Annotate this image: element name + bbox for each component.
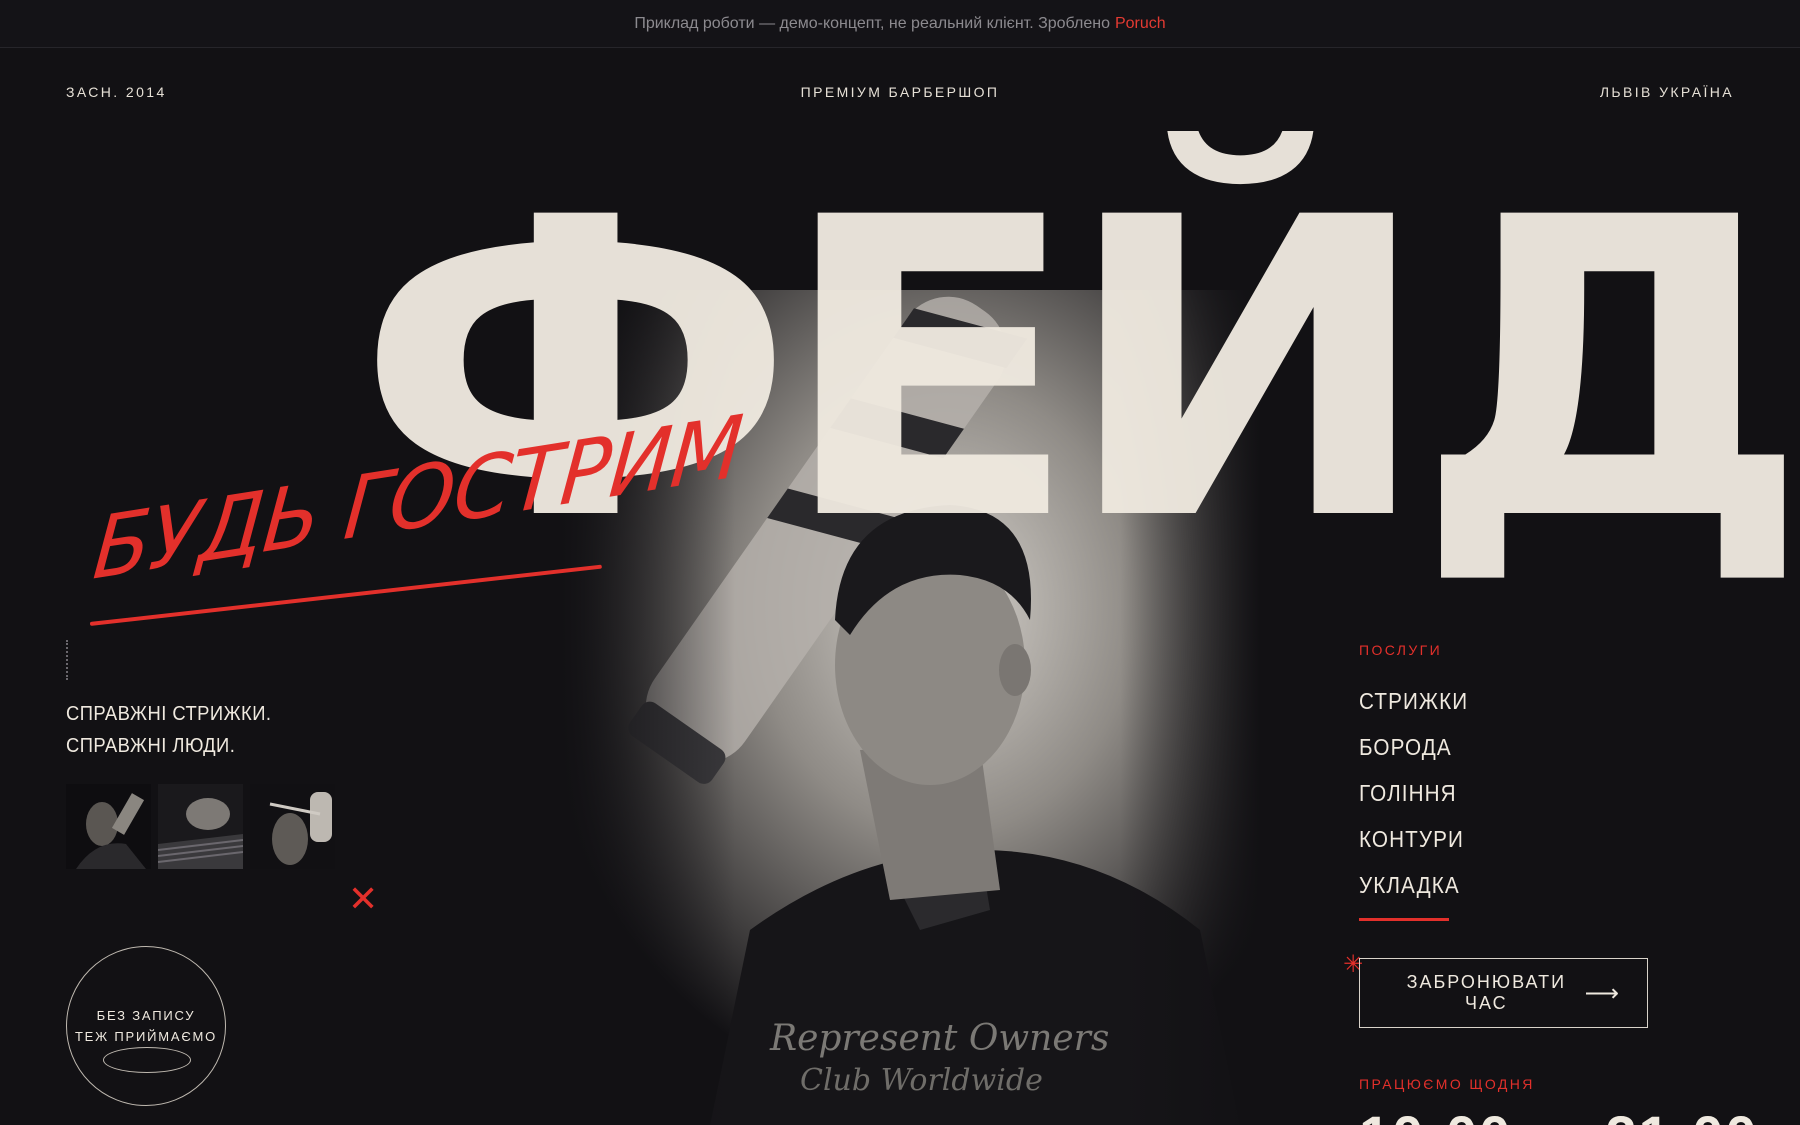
- gallery-thumb-1[interactable]: [66, 784, 151, 869]
- walk-in-badge: БЕЗ ЗАПИСУ ТЕЖ ПРИЙМАЄМО: [66, 946, 226, 1106]
- service-item-beard[interactable]: БОРОДА: [1359, 730, 1468, 776]
- badge-line-2: ТЕЖ ПРИЙМАЄМО: [74, 1029, 218, 1044]
- services-underline: [1359, 918, 1449, 921]
- tagline-line-1: СПРАВЖНІ СТРИЖКИ.: [66, 703, 272, 725]
- banner-text: Приклад роботи — демо-концепт, не реальн…: [634, 14, 1110, 32]
- hero-tagline: СПРАВЖНІ СТРИЖКИ. СПРАВЖНІ ЛЮДИ.: [66, 698, 271, 762]
- hours-label: ПРАЦЮЄМО ЩОДНЯ: [1359, 1076, 1535, 1092]
- header-tagline: ПРЕМІУМ БАРБЕРШОП: [800, 84, 1000, 100]
- banner-brand-link[interactable]: Poruch: [1115, 15, 1166, 33]
- service-item-contours[interactable]: КОНТУРИ: [1359, 822, 1468, 868]
- close-icon[interactable]: ✕: [348, 882, 378, 918]
- gallery-thumb-3[interactable]: [250, 784, 335, 869]
- badge-oval: [103, 1047, 191, 1073]
- demo-banner: Приклад роботи — демо-концепт, не реальн…: [0, 0, 1800, 48]
- service-item-shave[interactable]: ГОЛІННЯ: [1359, 776, 1468, 822]
- book-button-label: ЗАБРОНЮВАТИ ЧАС: [1406, 972, 1567, 1013]
- badge-line-1: БЕЗ ЗАПИСУ: [96, 1008, 196, 1023]
- dotted-divider: [66, 640, 68, 680]
- service-item-styling[interactable]: УКЛАДКА: [1359, 868, 1468, 914]
- tagline-line-2: СПРАВЖНІ ЛЮДИ.: [66, 735, 236, 757]
- gallery-thumb-2[interactable]: [158, 784, 243, 869]
- hours-value: 10:00 — 21:00: [1359, 1108, 1759, 1125]
- services-label: ПОСЛУГИ: [1359, 642, 1443, 658]
- book-time-button[interactable]: ЗАБРОНЮВАТИ ЧАС ⟶: [1359, 958, 1648, 1028]
- arrow-right-icon: ⟶: [1584, 979, 1619, 1007]
- services-list: СТРИЖКИ БОРОДА ГОЛІННЯ КОНТУРИ УКЛАДКА: [1359, 684, 1480, 914]
- location-label: ЛЬВІВ УКРАЇНА: [1599, 84, 1734, 100]
- service-item-haircuts[interactable]: СТРИЖКИ: [1359, 684, 1468, 730]
- gallery-thumbnails: [66, 784, 335, 869]
